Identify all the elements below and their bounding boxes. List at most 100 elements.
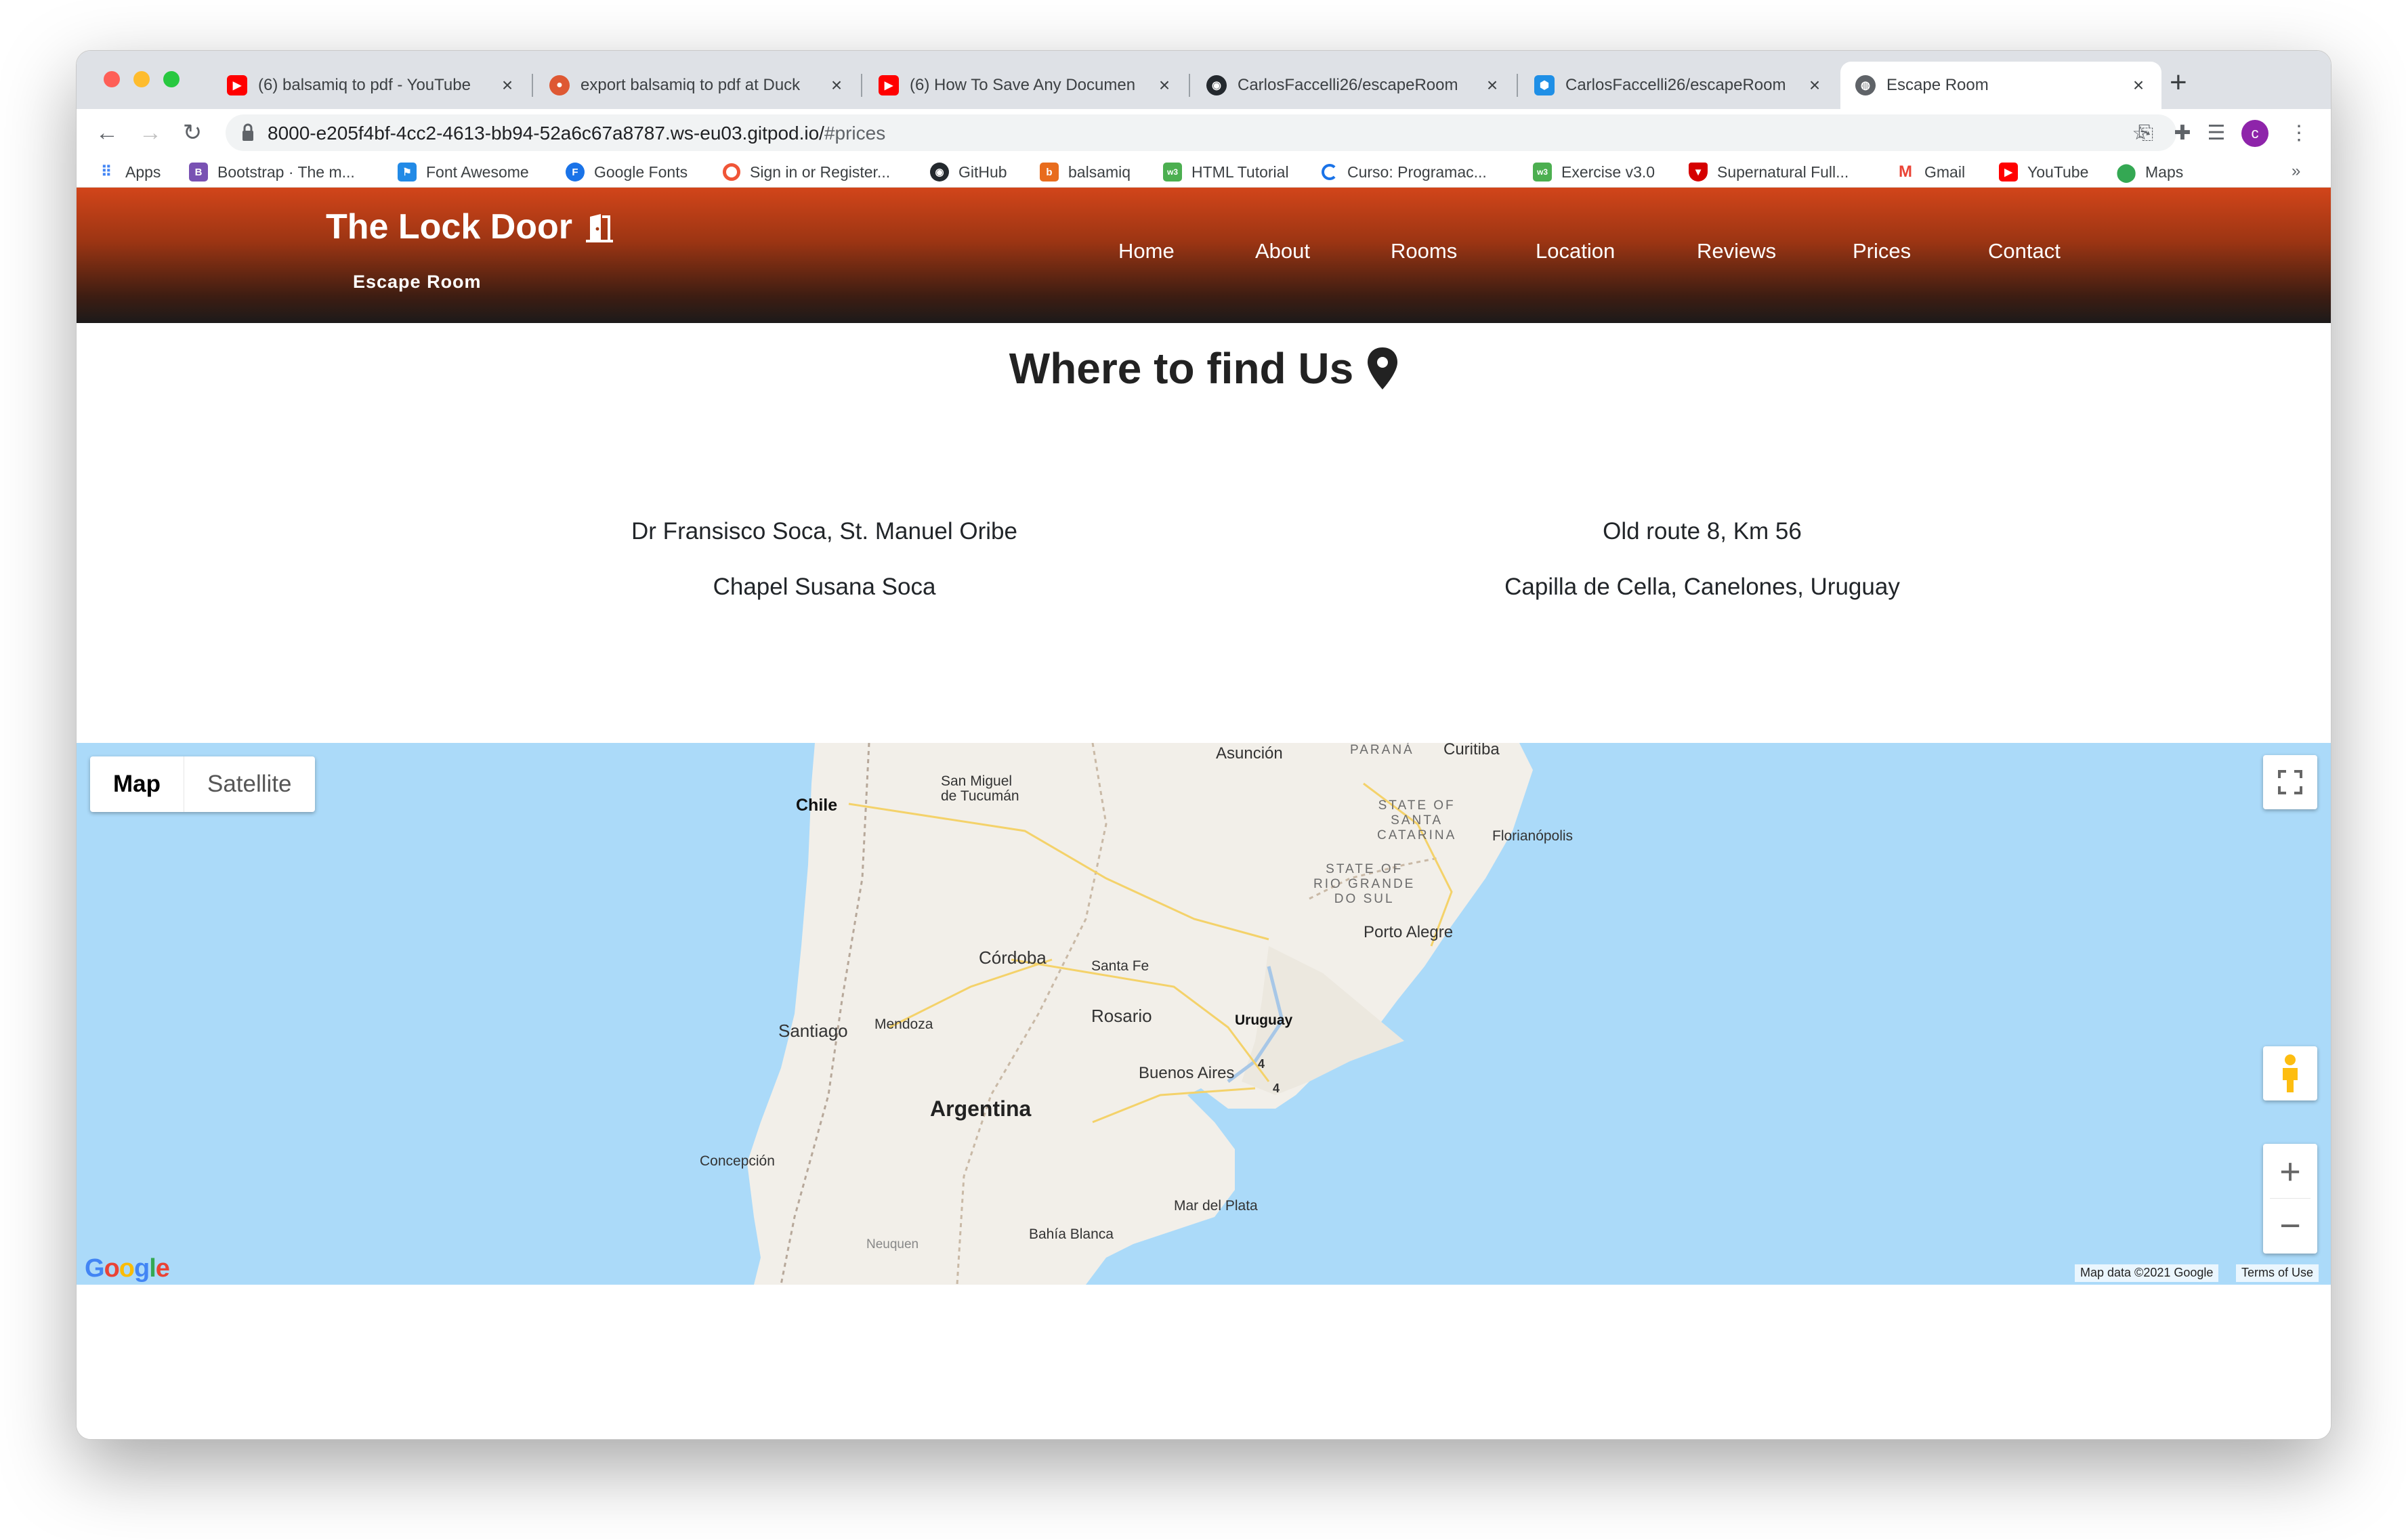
bookmark-exercise[interactable]: w3 Exercise v3.0 (1533, 161, 1655, 184)
map-route-badge: 4 (1258, 1057, 1265, 1071)
maps-pin-icon: ⬤ (2116, 161, 2136, 182)
close-tab-icon[interactable]: × (499, 74, 515, 96)
github-icon: ◉ (930, 163, 949, 181)
bookmark-youtube[interactable]: ▶ YouTube (1999, 161, 2088, 184)
gmail-icon: M (1896, 163, 1915, 181)
map-label-florianopolis: Florianópolis (1492, 828, 1574, 844)
bookmark-supernatural[interactable]: ▼ Supernatural Full... (1689, 161, 1849, 184)
nav-prices[interactable]: Prices (1853, 239, 1911, 263)
more-bookmarks-icon[interactable]: » (2292, 162, 2300, 181)
close-window-button[interactable] (104, 71, 120, 87)
zoom-in-icon[interactable]: + (2270, 1145, 2310, 1199)
tab-gitpod-escaperoom[interactable]: ⬢ CarlosFaccelli26/escapeRoom × (1519, 62, 1838, 109)
bookmark-star-icon[interactable]: ☆ (2129, 121, 2152, 144)
address-bar[interactable]: 8000-e205f4bf-4cc2-4613-bb94-52a6c67a878… (226, 114, 2176, 151)
bookmarks-bar: ⠿ Apps B Bootstrap · The m... ⚑ Font Awe… (77, 156, 2331, 188)
close-tab-icon[interactable]: × (1484, 74, 1500, 96)
w3schools-icon: w3 (1533, 163, 1552, 181)
tab-youtube-save-document[interactable]: ▶ (6) How To Save Any Documen × (864, 62, 1187, 109)
new-tab-button[interactable]: + (2170, 66, 2187, 100)
browser-window: ▶ (6) balsamiq to pdf - YouTube × ● expo… (76, 50, 2331, 1440)
extensions-icon[interactable]: ✚ (2170, 120, 2195, 146)
close-tab-icon[interactable]: × (1807, 74, 1823, 96)
browser-menu-icon[interactable]: ⋮ (2286, 120, 2312, 146)
url-text: 8000-e205f4bf-4cc2-4613-bb94-52a6c67a878… (268, 123, 886, 144)
map-label-rosario: Rosario (1091, 1006, 1152, 1026)
tab-youtube-balsamiq[interactable]: ▶ (6) balsamiq to pdf - YouTube × (212, 62, 530, 109)
map-type-satellite-button[interactable]: Satellite (184, 756, 315, 812)
site-navbar: The Lock Door Escape Room Home About Roo… (77, 188, 2331, 323)
duckduckgo-icon: ● (549, 75, 570, 95)
bookmark-balsamiq[interactable]: b balsamiq (1040, 161, 1131, 184)
bookmark-html-tutorial[interactable]: w3 HTML Tutorial (1163, 161, 1289, 184)
bookmark-font-awesome[interactable]: ⚑ Font Awesome (398, 161, 529, 184)
map-label-santa-fe: Santa Fe (1091, 958, 1149, 974)
zoom-control: + − (2263, 1144, 2317, 1254)
tab-github-escaperoom[interactable]: ◉ CarlosFaccelli26/escapeRoom × (1191, 62, 1515, 109)
youtube-icon: ▶ (1999, 163, 2018, 181)
brand-link[interactable]: The Lock Door (326, 207, 617, 247)
lock-icon (242, 123, 253, 141)
balsamiq-icon: b (1040, 163, 1059, 181)
map-type-map-button[interactable]: Map (90, 756, 184, 812)
globe-icon: ◍ (1855, 75, 1876, 95)
map-label-santa-catarina: STATE OF SANTA CATARINA (1377, 798, 1457, 842)
street-view-pegman-icon[interactable] (2263, 1046, 2317, 1100)
map-label-mendoza: Mendoza (874, 1017, 933, 1032)
bookmark-bootstrap[interactable]: B Bootstrap · The m... (189, 161, 355, 184)
map-marker-icon (1368, 347, 1398, 389)
forward-arrow-icon[interactable]: → (135, 117, 166, 148)
bookmark-sign-in[interactable]: Sign in or Register... (723, 161, 890, 184)
browser-toolbar: ← → ↻ 8000-e205f4bf-4cc2-4613-bb94-52a6c… (77, 109, 2331, 156)
map-route-badge: 4 (1273, 1082, 1280, 1095)
bookmark-github[interactable]: ◉ GitHub (930, 161, 1007, 184)
bookmark-google-fonts[interactable]: F Google Fonts (566, 161, 688, 184)
nav-about[interactable]: About (1255, 239, 1310, 263)
map-label-neuquen: Neuquen (866, 1237, 919, 1252)
brand-subtitle: Escape Room (353, 272, 482, 292)
map-label-buenos-aires: Buenos Aires (1139, 1064, 1235, 1082)
tab-duckduckgo[interactable]: ● export balsamiq to pdf at Duck × (534, 62, 860, 109)
maximize-window-button[interactable] (163, 71, 180, 87)
minimize-window-button[interactable] (133, 71, 150, 87)
map-label-parana: PARANÁ (1350, 743, 1414, 757)
nav-home[interactable]: Home (1118, 239, 1175, 263)
nav-location[interactable]: Location (1536, 239, 1615, 263)
media-queue-icon[interactable]: ☰ (2203, 120, 2229, 146)
map-label-chile: Chile (796, 796, 838, 815)
address-line: Capilla de Cella, Canelones, Uruguay (1504, 574, 1900, 600)
nav-reviews[interactable]: Reviews (1697, 239, 1776, 263)
address-line: Dr Fransisco Soca, St. Manuel Oribe (631, 518, 1017, 544)
loading-icon (1322, 164, 1338, 180)
reload-icon[interactable]: ↻ (177, 117, 208, 148)
map-label-mar-del-plata: Mar del Plata (1174, 1198, 1258, 1214)
fullscreen-icon[interactable] (2263, 755, 2317, 809)
nav-rooms[interactable]: Rooms (1391, 239, 1457, 263)
tab-strip: ▶ (6) balsamiq to pdf - YouTube × ● expo… (77, 51, 2331, 109)
github-icon: ◉ (1206, 75, 1227, 95)
tab-escape-room[interactable]: ◍ Escape Room × (1840, 62, 2161, 109)
close-tab-icon[interactable]: × (828, 74, 845, 96)
terms-of-use-link[interactable]: Terms of Use (2236, 1264, 2319, 1282)
back-arrow-icon[interactable]: ← (91, 117, 123, 148)
circle-icon (723, 163, 740, 181)
bookmark-maps[interactable]: ⬤ Maps (2116, 161, 2183, 184)
page-content: The Lock Door Escape Room Home About Roo… (77, 188, 2331, 1439)
close-tab-icon[interactable]: × (1156, 74, 1173, 96)
bookmark-curso[interactable]: Curso: Programac... (1322, 161, 1487, 184)
google-map[interactable]: Chile Asunción PARANÁ Curitiba San Migue… (77, 743, 2331, 1285)
map-label-asuncion: Asunción (1216, 744, 1283, 763)
address-line: Old route 8, Km 56 (1603, 518, 1802, 544)
bookmark-gmail[interactable]: M Gmail (1896, 161, 1965, 184)
close-tab-icon[interactable]: × (2130, 74, 2147, 96)
flag-icon: ⚑ (398, 163, 417, 181)
nav-contact[interactable]: Contact (1988, 239, 2061, 263)
map-attribution: Map data ©2021 Google (2075, 1264, 2219, 1282)
bookmark-apps[interactable]: ⠿ Apps (97, 161, 161, 184)
youtube-icon: ▶ (227, 75, 247, 95)
zoom-out-icon[interactable]: − (2279, 1199, 2301, 1253)
map-label-cordoba: Córdoba (979, 947, 1047, 968)
shield-icon: ▼ (1689, 163, 1708, 181)
profile-avatar[interactable]: c (2241, 120, 2268, 147)
google-fonts-icon: F (566, 163, 585, 181)
